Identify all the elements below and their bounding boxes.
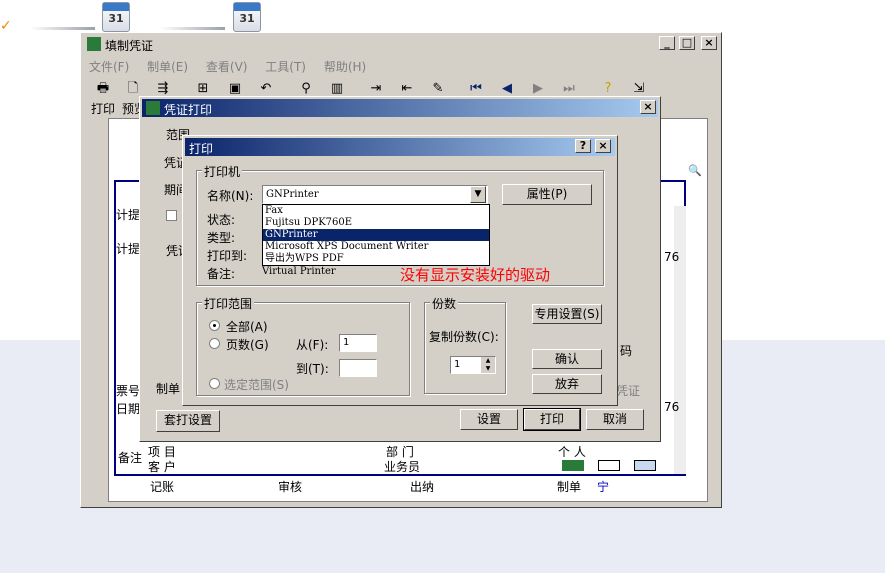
set-print-button[interactable]: 套打设置 [156, 410, 220, 432]
desktop-calendar-icon[interactable]: 31 [102, 2, 130, 32]
radio-selection[interactable] [209, 378, 220, 389]
desktop-check-icon: ✓ [0, 18, 12, 34]
label-customer: 客 户 [148, 460, 176, 474]
cancel-button[interactable]: 取消 [586, 409, 644, 430]
type-label: 类型: [207, 231, 236, 245]
from-label: 从(F): [296, 338, 329, 352]
label-date: 日期 [116, 402, 141, 416]
chevron-down-icon[interactable]: ▼ [470, 186, 486, 203]
from-input[interactable]: 1 [339, 334, 377, 352]
setup-button[interactable]: 设置 [460, 409, 518, 430]
toolbar-print-label[interactable]: 打印 [91, 100, 115, 117]
voucher-print-titlebar: 凭证打印 × [142, 99, 658, 117]
vp-right-label2: 凭证 [616, 384, 641, 398]
desktop-arrow [160, 27, 225, 30]
desktop-calendar-icon[interactable]: 31 [233, 2, 261, 32]
close-button[interactable]: × [701, 36, 717, 50]
sig-bookkeeping: 记账 [150, 480, 175, 494]
printer-name-label: 名称(N): [207, 189, 254, 203]
to-input[interactable] [339, 359, 377, 377]
vp-right-label: 码 [620, 344, 633, 358]
print-close-button[interactable]: × [595, 139, 611, 153]
voucher-print-title: 凭证打印 [164, 103, 213, 117]
label-salesperson: 业务员 [384, 460, 421, 474]
vp-checkbox[interactable] [166, 210, 177, 221]
label-ticket-no: 票号 [116, 384, 141, 398]
printer-select-value: GNPrinter [266, 189, 319, 200]
printer-select[interactable]: GNPrinter ▼ [262, 185, 488, 204]
voucher-print-icon [146, 101, 160, 115]
right-value-2: 76 [664, 400, 680, 414]
to-label: 到(T): [296, 362, 329, 376]
printer-option-gnprinter[interactable]: GNPrinter [263, 229, 489, 241]
menu-view[interactable]: 查看(V) [206, 60, 248, 74]
right-value-1: 76 [664, 250, 680, 264]
main-menu-bar: 文件(F) 制单(E) 查看(V) 工具(T) 帮助(H) [89, 58, 380, 75]
sig-preparer: 制单 [557, 480, 582, 494]
voucher-icon-1[interactable] [562, 460, 584, 471]
app-icon [87, 37, 101, 51]
copies-group [424, 302, 506, 394]
search-icon[interactable]: 🔍 [688, 164, 702, 178]
radio-all-label[interactable]: 全部(A) [226, 318, 268, 335]
print-help-button[interactable]: ? [575, 139, 591, 153]
printer-option-fujitsu[interactable]: Fujitsu DPK760E [263, 217, 489, 229]
printer-option-xps[interactable]: Microsoft XPS Document Writer [263, 241, 489, 253]
menu-edit[interactable]: 制单(E) [147, 60, 188, 74]
print-titlebar: 打印 ? × [185, 138, 615, 156]
menu-help[interactable]: 帮助(H) [324, 60, 366, 74]
sig-cashier: 出纳 [410, 480, 435, 494]
special-settings-button[interactable]: 专用设置(S) [532, 304, 602, 324]
status-label: 状态: [207, 213, 236, 227]
voucher-scrollbar[interactable] [674, 206, 686, 474]
voucher-print-close-button[interactable]: × [640, 100, 656, 114]
print-button[interactable]: 打印 [523, 408, 581, 431]
copies-input-value: 1 [454, 359, 461, 370]
properties-button[interactable]: 属性(P) [502, 184, 592, 205]
main-title: 填制凭证 [105, 39, 154, 53]
voucher-icon-2[interactable] [598, 460, 620, 471]
vp-bottom-label: 制单 [156, 382, 181, 396]
copies-input[interactable]: 1 ▲ ▼ [450, 356, 496, 374]
desktop-arrow [30, 27, 95, 30]
voucher-icon-3[interactable] [634, 460, 656, 471]
printer-option-fax[interactable]: Fax [263, 205, 489, 217]
radio-selection-label[interactable]: 选定范围(S) [224, 376, 289, 393]
confirm-button[interactable]: 确认 [532, 349, 602, 369]
minimize-button[interactable]: _ [659, 36, 675, 50]
label-personal: 个 人 [558, 445, 586, 459]
from-input-value: 1 [343, 337, 350, 348]
comment-value: Virtual Printer [262, 266, 336, 277]
sig-preparer-name: 宁 [597, 480, 610, 494]
radio-pages-label[interactable]: 页数(G) [226, 336, 269, 353]
sig-review: 审核 [278, 480, 303, 494]
copies-group-label: 份数 [430, 295, 459, 312]
copies-label: 复制份数(C): [429, 330, 499, 344]
copies-down-icon[interactable]: ▼ [481, 365, 495, 373]
comment-label: 备注: [207, 267, 236, 281]
where-label: 打印到: [207, 249, 248, 263]
maximize-button[interactable]: □ [679, 36, 695, 50]
radio-all[interactable] [209, 320, 220, 331]
label-remark: 备注 [118, 451, 143, 465]
print-title: 打印 [189, 142, 214, 156]
radio-pages[interactable] [209, 338, 220, 349]
menu-file[interactable]: 文件(F) [89, 60, 129, 74]
label-jiti-1: 计提 [116, 208, 141, 222]
main-titlebar: 填制凭证 _ □ × [83, 35, 719, 53]
label-jiti-2: 计提 [116, 242, 141, 256]
copies-up-icon[interactable]: ▲ [481, 357, 495, 365]
print-icon[interactable]: 🖶 [92, 78, 114, 100]
annotation-text: 没有显示安装好的驱动 [400, 266, 551, 284]
printer-dropdown-list: Fax Fujitsu DPK760E GNPrinter Microsoft … [262, 204, 490, 266]
print-range-label: 打印范围 [202, 295, 255, 312]
printer-group-label: 打印机 [202, 163, 243, 180]
abandon-button[interactable]: 放弃 [532, 374, 602, 394]
menu-tools[interactable]: 工具(T) [265, 60, 306, 74]
